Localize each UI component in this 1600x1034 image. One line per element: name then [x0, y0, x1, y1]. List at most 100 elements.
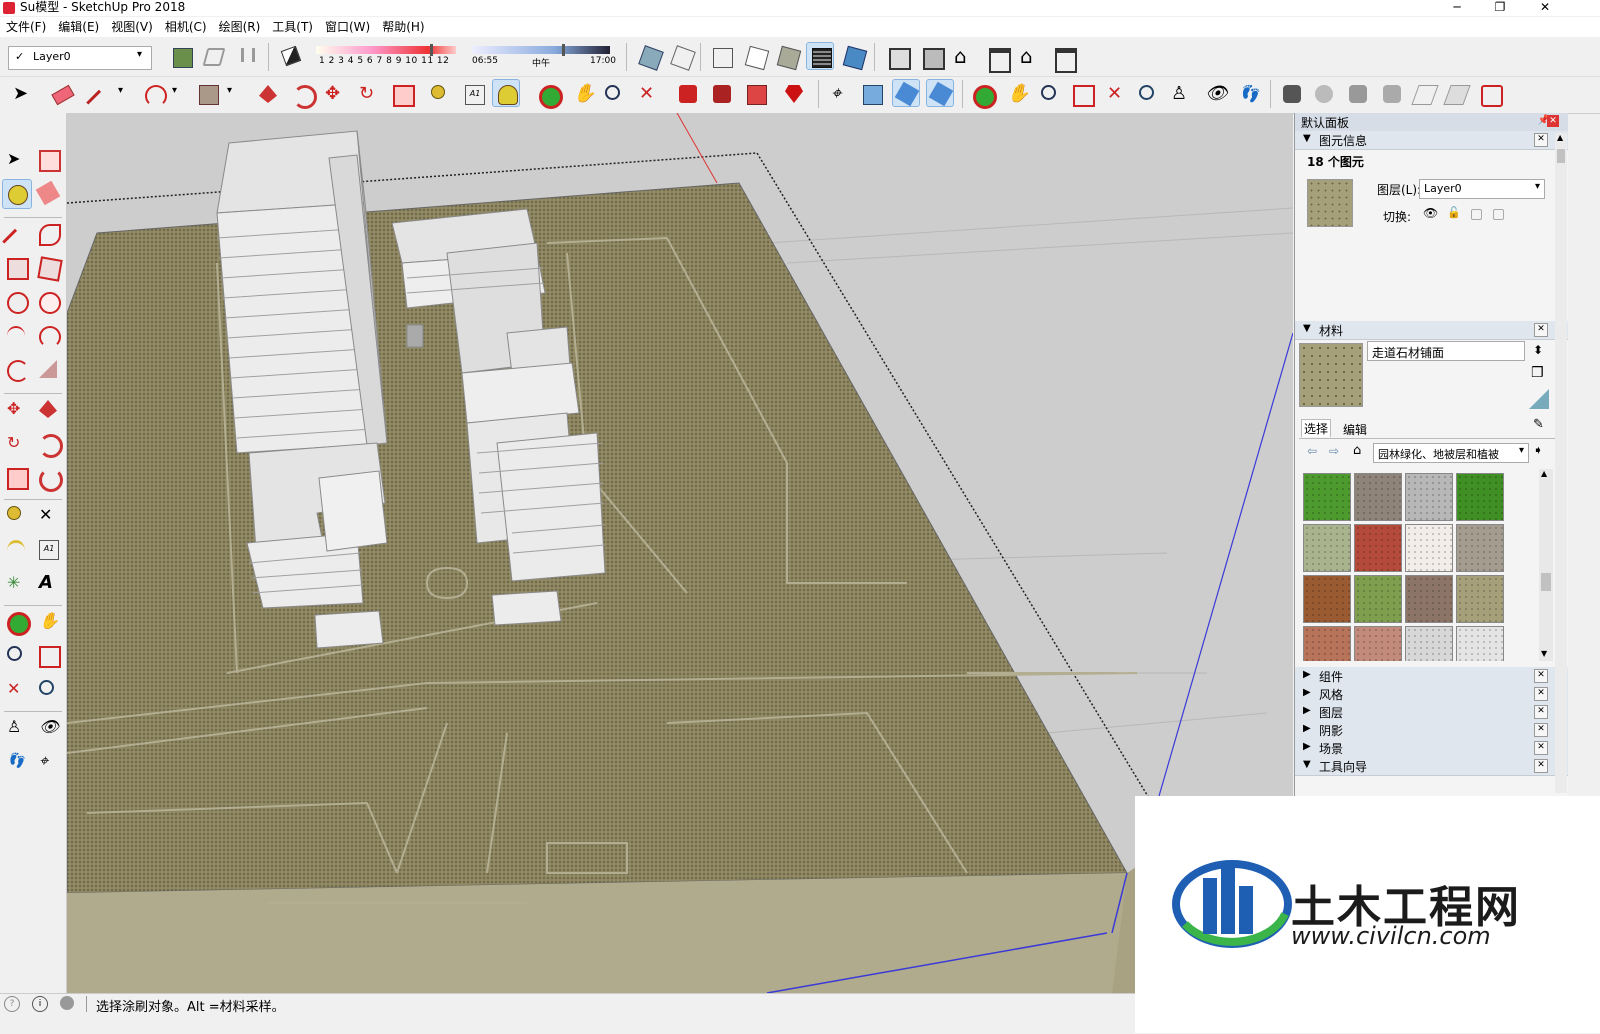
scroll-down-icon[interactable]: ▼ [1541, 649, 1547, 658]
select-arrow-icon[interactable]: ➤ [8, 80, 36, 108]
material-swatch[interactable] [1456, 575, 1504, 623]
back-edges-icon[interactable] [668, 43, 696, 71]
scroll-up-icon[interactable]: ▲ [1541, 469, 1547, 478]
left-view-icon[interactable] [1050, 43, 1078, 73]
scale-icon[interactable] [388, 80, 416, 108]
material-name-input[interactable]: 走道石材铺面 [1367, 341, 1525, 361]
polygon-icon[interactable] [34, 287, 62, 315]
display-secondary-icon[interactable]: ⬍ [1533, 343, 1543, 357]
model-viewport[interactable] [67, 113, 1293, 993]
position-camera-left-icon[interactable]: ♙ [2, 713, 30, 741]
warehouse-icon[interactable] [674, 80, 702, 108]
look-around-icon[interactable]: 👁 [1200, 80, 1228, 108]
arc-dropdown-icon[interactable]: ▾ [172, 85, 177, 96]
material-swatch[interactable] [1354, 575, 1402, 623]
menu-window[interactable]: 窗口(W) [319, 17, 376, 37]
swatch-scroll-thumb[interactable] [1541, 573, 1551, 591]
receive-shadow-icon[interactable] [1493, 209, 1504, 220]
components-share-icon[interactable] [708, 80, 736, 108]
rotate-left-icon[interactable]: ↻ [2, 429, 30, 457]
home-icon[interactable]: ⌂ [1353, 443, 1361, 458]
cast-shadow-icon[interactable] [1471, 209, 1482, 220]
rotated-rectangle-icon[interactable] [34, 253, 63, 282]
protractor-icon[interactable] [2, 535, 30, 563]
xray-icon[interactable] [636, 43, 664, 71]
maximize-button[interactable]: ❐ [1485, 0, 1515, 16]
material-swatch[interactable] [1456, 626, 1504, 661]
material-swatch[interactable] [1405, 524, 1453, 572]
right-view-icon[interactable] [984, 43, 1012, 73]
shadow-month-handle[interactable] [430, 44, 433, 56]
styles-header[interactable]: ▶ 风格 ✕ [1295, 685, 1568, 704]
model-scene[interactable] [67, 113, 1293, 993]
orbit-left-icon[interactable] [2, 607, 31, 636]
layer-down-button[interactable] [232, 43, 260, 71]
text-left-icon[interactable]: A1 [34, 535, 62, 563]
styles-close-icon[interactable]: ✕ [1534, 687, 1548, 701]
flip-edge-icon[interactable] [1476, 80, 1504, 108]
sample-paint-icon[interactable]: ✎ [1533, 417, 1544, 432]
components-close-icon[interactable]: ✕ [1534, 669, 1548, 683]
menu-camera[interactable]: 相机(C) [159, 17, 213, 37]
material-collection-dropdown[interactable]: 园林绿化、地被层和植被 ▾ [1373, 443, 1529, 463]
material-swatch[interactable] [1405, 575, 1453, 623]
default-material-icon[interactable] [1529, 389, 1549, 409]
instructor-header[interactable]: ▼ 工具向导 ✕ [1295, 757, 1568, 776]
shape-dropdown-icon[interactable]: ▾ [227, 85, 232, 96]
close-button[interactable]: ✕ [1530, 0, 1560, 16]
pencil-icon[interactable] [86, 80, 114, 118]
shadow-time-handle[interactable] [562, 44, 565, 56]
visibility-eye-icon[interactable]: 👁 [1423, 206, 1438, 220]
previous-left-icon[interactable] [34, 675, 62, 703]
paint-bucket-icon[interactable] [492, 79, 520, 107]
rotate-icon[interactable]: ↻ [354, 80, 382, 108]
drape-icon[interactable] [1410, 80, 1439, 108]
ruby-icon[interactable] [780, 80, 808, 108]
tray-close-button[interactable]: ✕ [1547, 115, 1559, 127]
top-view-icon[interactable] [918, 43, 946, 71]
line-icon[interactable] [2, 219, 30, 257]
add-detail-icon[interactable] [1442, 80, 1471, 108]
material-swatch[interactable] [1354, 473, 1402, 521]
menu-file[interactable]: 文件(F) [0, 17, 52, 37]
layer-next-button[interactable] [200, 43, 228, 71]
menu-draw[interactable]: 绘图(R) [213, 17, 267, 37]
3d-text-icon[interactable]: A [34, 569, 62, 597]
materials-header[interactable]: ▼ 材料 ✕ [1295, 321, 1568, 340]
layer-manager-button[interactable] [168, 43, 196, 71]
line-dropdown-icon[interactable]: ▾ [118, 85, 123, 96]
materials-close-icon[interactable]: ✕ [1534, 323, 1548, 337]
extension-warehouse-icon[interactable] [742, 80, 770, 108]
sandbox-scratch-icon[interactable] [1310, 80, 1338, 108]
minimize-button[interactable]: ─ [1442, 0, 1472, 16]
display-section-icon[interactable] [892, 79, 920, 107]
stamp-icon[interactable] [1378, 80, 1406, 108]
orbit-2-icon[interactable] [968, 80, 997, 109]
shaded-textures-icon[interactable] [806, 42, 834, 70]
material-swatch[interactable] [1456, 473, 1504, 521]
footprints-icon[interactable]: 👣 [1234, 80, 1262, 108]
orbit-icon[interactable] [534, 80, 563, 109]
zoom-window-left-icon[interactable] [34, 641, 62, 669]
pan-2-icon[interactable]: ✋ [1002, 80, 1030, 108]
scale-left-icon[interactable] [2, 463, 30, 491]
scenes-header[interactable]: ▶ 场景 ✕ [1295, 739, 1568, 758]
material-swatch[interactable] [1303, 473, 1351, 521]
shadows-header[interactable]: ▶ 阴影 ✕ [1295, 721, 1568, 740]
back-view-icon[interactable]: ⌂ [1016, 43, 1044, 71]
tray-scroll-up-icon[interactable]: ▲ [1557, 133, 1563, 142]
follow-me-icon[interactable] [288, 80, 317, 109]
arc-icon[interactable] [140, 80, 168, 108]
arc-left-icon[interactable] [2, 321, 30, 349]
zoom-window-icon[interactable] [1068, 80, 1096, 108]
tray-scroll-thumb[interactable] [1557, 149, 1565, 163]
sandbox-contours-icon[interactable] [1278, 80, 1306, 108]
paint-bucket-left-icon[interactable] [2, 179, 32, 209]
move-icon[interactable]: ✥ [320, 80, 348, 108]
section-left-icon[interactable]: ⌖ [34, 747, 62, 775]
lock-icon[interactable]: 🔓 [1447, 206, 1461, 219]
move-left-icon[interactable]: ✥ [2, 395, 30, 423]
look-around-left-icon[interactable]: 👁 [34, 713, 62, 741]
zoom-icon[interactable] [600, 80, 628, 108]
follow-me-left-icon[interactable] [34, 429, 63, 458]
